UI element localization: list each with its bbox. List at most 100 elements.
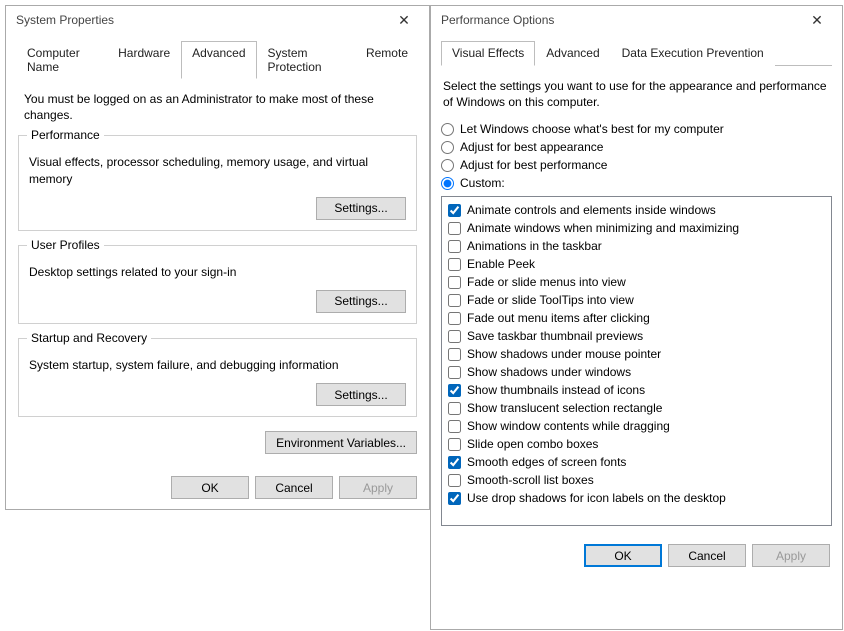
radio-custom[interactable]: Custom: bbox=[441, 176, 832, 190]
radio-label: Custom: bbox=[460, 176, 505, 190]
cancel-button[interactable]: Cancel bbox=[255, 476, 333, 499]
checkbox-input[interactable] bbox=[448, 258, 461, 271]
checkbox-label: Show translucent selection rectangle bbox=[467, 401, 662, 415]
radio-input[interactable] bbox=[441, 141, 454, 154]
group-performance: Performance Visual effects, processor sc… bbox=[18, 135, 417, 230]
radio-adjust-for-best-performance[interactable]: Adjust for best performance bbox=[441, 158, 832, 172]
performance-options-titlebar[interactable]: Performance Options ✕ bbox=[431, 6, 842, 34]
tab-advanced[interactable]: Advanced bbox=[535, 41, 610, 66]
check-fade-or-slide-menus-into-view[interactable]: Fade or slide menus into view bbox=[448, 273, 825, 291]
apply-button[interactable]: Apply bbox=[339, 476, 417, 499]
performance-options-tabs: Visual EffectsAdvancedData Execution Pre… bbox=[441, 40, 832, 66]
checkbox-input[interactable] bbox=[448, 366, 461, 379]
checkbox-label: Fade or slide menus into view bbox=[467, 275, 626, 289]
checkbox-label: Fade or slide ToolTips into view bbox=[467, 293, 634, 307]
radio-adjust-for-best-appearance[interactable]: Adjust for best appearance bbox=[441, 140, 832, 154]
performance-settings-button[interactable]: Settings... bbox=[316, 197, 406, 220]
system-properties-titlebar[interactable]: System Properties ✕ bbox=[6, 6, 429, 34]
environment-variables-button[interactable]: Environment Variables... bbox=[265, 431, 417, 454]
checkbox-label: Save taskbar thumbnail previews bbox=[467, 329, 643, 343]
check-show-translucent-selection-rectangle[interactable]: Show translucent selection rectangle bbox=[448, 399, 825, 417]
checkbox-input[interactable] bbox=[448, 438, 461, 451]
checkbox-label: Show thumbnails instead of icons bbox=[467, 383, 645, 397]
user-profiles-settings-button[interactable]: Settings... bbox=[316, 290, 406, 313]
radio-label: Let Windows choose what's best for my co… bbox=[460, 122, 724, 136]
check-show-thumbnails-instead-of-icons[interactable]: Show thumbnails instead of icons bbox=[448, 381, 825, 399]
checkbox-input[interactable] bbox=[448, 312, 461, 325]
close-icon[interactable]: ✕ bbox=[798, 9, 836, 31]
tab-hardware[interactable]: Hardware bbox=[107, 41, 181, 79]
check-use-drop-shadows-for-icon-labels-on-the-desktop[interactable]: Use drop shadows for icon labels on the … bbox=[448, 489, 825, 507]
check-enable-peek[interactable]: Enable Peek bbox=[448, 255, 825, 273]
check-save-taskbar-thumbnail-previews[interactable]: Save taskbar thumbnail previews bbox=[448, 327, 825, 345]
tab-system-protection[interactable]: System Protection bbox=[257, 41, 355, 79]
check-animations-in-the-taskbar[interactable]: Animations in the taskbar bbox=[448, 237, 825, 255]
checkbox-label: Use drop shadows for icon labels on the … bbox=[467, 491, 726, 505]
startup-settings-button[interactable]: Settings... bbox=[316, 383, 406, 406]
checkbox-label: Smooth-scroll list boxes bbox=[467, 473, 594, 487]
group-user-profiles: User Profiles Desktop settings related t… bbox=[18, 245, 417, 324]
checkbox-input[interactable] bbox=[448, 402, 461, 415]
system-properties-tabs: Computer NameHardwareAdvancedSystem Prot… bbox=[16, 40, 419, 79]
checkbox-label: Enable Peek bbox=[467, 257, 535, 271]
checkbox-input[interactable] bbox=[448, 222, 461, 235]
tab-computer-name[interactable]: Computer Name bbox=[16, 41, 107, 79]
checkbox-input[interactable] bbox=[448, 240, 461, 253]
checkbox-label: Show window contents while dragging bbox=[467, 419, 670, 433]
radio-input[interactable] bbox=[441, 177, 454, 190]
ok-button[interactable]: OK bbox=[584, 544, 662, 567]
performance-options-dialog: Performance Options ✕ Visual EffectsAdva… bbox=[430, 5, 843, 630]
ok-button[interactable]: OK bbox=[171, 476, 249, 499]
check-animate-windows-when-minimizing-and-maximizing[interactable]: Animate windows when minimizing and maxi… bbox=[448, 219, 825, 237]
checkbox-input[interactable] bbox=[448, 492, 461, 505]
check-smooth-edges-of-screen-fonts[interactable]: Smooth edges of screen fonts bbox=[448, 453, 825, 471]
group-user-profiles-desc: Desktop settings related to your sign-in bbox=[29, 264, 406, 280]
group-performance-title: Performance bbox=[27, 128, 104, 142]
checkbox-input[interactable] bbox=[448, 474, 461, 487]
checkbox-input[interactable] bbox=[448, 456, 461, 469]
checkbox-label: Show shadows under windows bbox=[467, 365, 631, 379]
system-properties-dialog: System Properties ✕ Computer NameHardwar… bbox=[5, 5, 430, 510]
radio-input[interactable] bbox=[441, 123, 454, 136]
checkbox-label: Animate controls and elements inside win… bbox=[467, 203, 716, 217]
checkbox-input[interactable] bbox=[448, 330, 461, 343]
check-fade-or-slide-tooltips-into-view[interactable]: Fade or slide ToolTips into view bbox=[448, 291, 825, 309]
performance-options-title: Performance Options bbox=[441, 13, 554, 27]
group-startup-recovery: Startup and Recovery System startup, sys… bbox=[18, 338, 417, 417]
check-show-window-contents-while-dragging[interactable]: Show window contents while dragging bbox=[448, 417, 825, 435]
checkbox-input[interactable] bbox=[448, 420, 461, 433]
tab-visual-effects[interactable]: Visual Effects bbox=[441, 41, 535, 66]
checkbox-input[interactable] bbox=[448, 348, 461, 361]
check-slide-open-combo-boxes[interactable]: Slide open combo boxes bbox=[448, 435, 825, 453]
visual-effects-instruction: Select the settings you want to use for … bbox=[443, 78, 830, 110]
checkbox-label: Animate windows when minimizing and maxi… bbox=[467, 221, 739, 235]
radio-label: Adjust for best appearance bbox=[460, 140, 603, 154]
admin-instruction: You must be logged on as an Administrato… bbox=[24, 91, 417, 123]
cancel-button[interactable]: Cancel bbox=[668, 544, 746, 567]
checkbox-label: Smooth edges of screen fonts bbox=[467, 455, 626, 469]
check-smooth-scroll-list-boxes[interactable]: Smooth-scroll list boxes bbox=[448, 471, 825, 489]
checkbox-input[interactable] bbox=[448, 276, 461, 289]
check-show-shadows-under-mouse-pointer[interactable]: Show shadows under mouse pointer bbox=[448, 345, 825, 363]
visual-effects-list[interactable]: Animate controls and elements inside win… bbox=[441, 196, 832, 526]
check-fade-out-menu-items-after-clicking[interactable]: Fade out menu items after clicking bbox=[448, 309, 825, 327]
checkbox-label: Show shadows under mouse pointer bbox=[467, 347, 661, 361]
radio-let-windows-choose-what-s-best-for-my-computer[interactable]: Let Windows choose what's best for my co… bbox=[441, 122, 832, 136]
close-icon[interactable]: ✕ bbox=[385, 9, 423, 31]
radio-input[interactable] bbox=[441, 159, 454, 172]
group-startup-desc: System startup, system failure, and debu… bbox=[29, 357, 406, 373]
check-animate-controls-and-elements-inside-windows[interactable]: Animate controls and elements inside win… bbox=[448, 201, 825, 219]
tab-advanced[interactable]: Advanced bbox=[181, 41, 256, 79]
system-properties-title: System Properties bbox=[16, 13, 114, 27]
group-performance-desc: Visual effects, processor scheduling, me… bbox=[29, 154, 406, 186]
checkbox-input[interactable] bbox=[448, 384, 461, 397]
tab-data-execution-prevention[interactable]: Data Execution Prevention bbox=[611, 41, 775, 66]
tab-remote[interactable]: Remote bbox=[355, 41, 419, 79]
checkbox-input[interactable] bbox=[448, 294, 461, 307]
checkbox-label: Fade out menu items after clicking bbox=[467, 311, 650, 325]
checkbox-label: Slide open combo boxes bbox=[467, 437, 598, 451]
group-startup-title: Startup and Recovery bbox=[27, 331, 151, 345]
checkbox-input[interactable] bbox=[448, 204, 461, 217]
check-show-shadows-under-windows[interactable]: Show shadows under windows bbox=[448, 363, 825, 381]
apply-button[interactable]: Apply bbox=[752, 544, 830, 567]
